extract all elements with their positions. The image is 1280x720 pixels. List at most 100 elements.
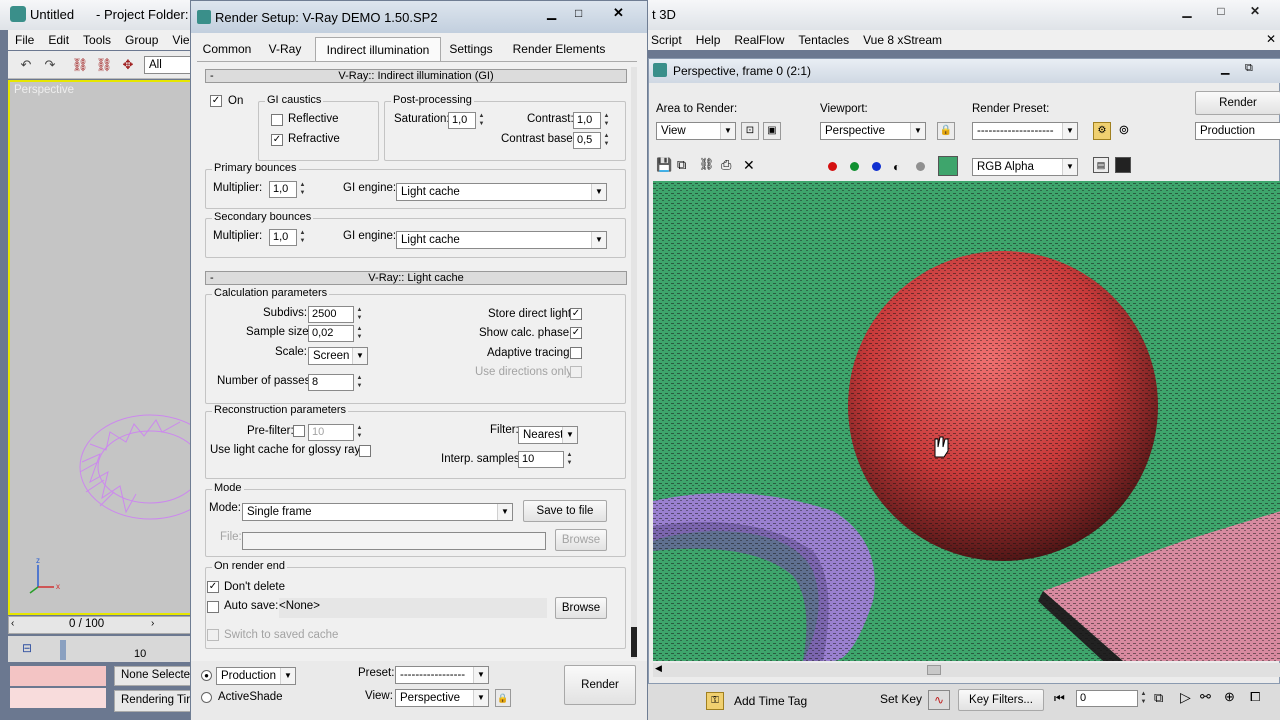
scale-dropdown[interactable]: Screen ▼ (308, 347, 368, 365)
tab-vray[interactable]: V-Ray (257, 37, 313, 61)
subdivs-spinner[interactable]: 2500 ▲ ▼ (308, 306, 362, 323)
clear-icon[interactable]: ✕ (743, 157, 755, 174)
frame-restore-icon[interactable]: ⧉ (1245, 62, 1253, 75)
preset-dropdown[interactable]: ----------------- ▼ (395, 666, 489, 684)
mode-dropdown[interactable]: Single frame ▼ (242, 503, 513, 521)
frame-production-dropdown[interactable]: Production (1195, 122, 1280, 140)
selection-filter-dropdown[interactable]: All (144, 56, 194, 74)
glossy-rays-checkbox[interactable] (359, 445, 371, 457)
frame-horizontal-scrollbar[interactable]: ◀ (653, 663, 1280, 677)
tab-indirect-illumination[interactable]: Indirect illumination (315, 37, 441, 61)
tab-common[interactable]: Common (199, 37, 255, 61)
play-icon[interactable]: ▷ (1180, 689, 1191, 706)
adaptive-tracing-checkbox[interactable] (570, 347, 582, 359)
menu-vue-xstream[interactable]: Vue 8 xStream (856, 33, 949, 47)
menu-group[interactable]: Group (118, 33, 165, 47)
auto-region-icon[interactable]: ▣ (763, 122, 781, 140)
file-browse-button[interactable]: Browse (555, 529, 607, 551)
viewport-lock-icon[interactable]: 🔒 (937, 122, 955, 140)
render-setup-maximize-icon[interactable]: □ (575, 6, 582, 20)
secondary-multiplier-spinner[interactable]: 1,0 ▲ ▼ (269, 229, 305, 246)
render-setup-scrollbar[interactable] (631, 67, 637, 659)
redo-icon[interactable]: ↷ (40, 55, 60, 75)
time-tag-icon[interactable]: ⚿ (706, 692, 724, 710)
goto-start-icon[interactable]: ⏮ (1054, 691, 1065, 706)
area-to-render-dropdown[interactable]: View ▼ (656, 122, 736, 140)
print-icon[interactable]: ⎙ (721, 157, 731, 173)
secondary-gi-engine-dropdown[interactable]: Light cache ▼ (396, 231, 607, 249)
current-frame-spinner[interactable]: 0 ▲ ▼ (1076, 690, 1146, 707)
toggle-ui-icon[interactable]: ▤ (1093, 157, 1109, 173)
render-settings-icon[interactable]: ⊚ (1115, 122, 1133, 140)
contrast-base-spinner[interactable]: 0,5 ▲ ▼ (573, 132, 609, 149)
menu-script[interactable]: Script (644, 33, 689, 47)
track-marker[interactable] (60, 640, 66, 660)
mono-channel-icon[interactable] (916, 162, 925, 171)
reflective-checkbox[interactable] (271, 114, 283, 126)
frame-minimize-icon[interactable]: ▁ (1221, 62, 1229, 75)
background-color-swatch[interactable] (938, 156, 958, 176)
set-key-button[interactable]: Set Key (880, 692, 922, 706)
activeshade-radio[interactable] (201, 692, 212, 703)
display-mode-icon[interactable] (1115, 157, 1131, 173)
sample-size-spinner[interactable]: 0,02 ▲ ▼ (308, 325, 362, 342)
time-next-icon[interactable]: › (151, 618, 154, 629)
orbit-icon[interactable]: ⊕ (1224, 689, 1235, 705)
left-viewport[interactable]: Perspective z x (8, 80, 195, 615)
tab-render-elements[interactable]: Render Elements (503, 37, 615, 61)
render-button[interactable]: Render (564, 665, 636, 705)
scroll-left-icon[interactable]: ◀ (655, 663, 662, 674)
switch-cache-checkbox[interactable] (207, 629, 219, 641)
render-preset-dropdown[interactable]: -------------------- ▼ (972, 122, 1078, 140)
track-bar[interactable]: ⊟ 10 (8, 636, 193, 662)
max-maximize-icon[interactable]: □ (1204, 2, 1238, 20)
zoom-extents-icon[interactable]: ⚯ (1200, 689, 1211, 705)
menu-tools[interactable]: Tools (76, 33, 118, 47)
render-setup-minimize-icon[interactable]: ▁ (547, 6, 556, 20)
unlink-icon[interactable]: ⛓ (94, 55, 114, 75)
saturation-spinner[interactable]: 1,0 ▲ ▼ (448, 112, 484, 129)
save-image-icon[interactable]: 💾 (656, 157, 672, 173)
menu-realflow[interactable]: RealFlow (727, 33, 791, 47)
primary-multiplier-spinner[interactable]: 1,0 ▲ ▼ (269, 181, 305, 198)
view-lock-icon[interactable]: 🔒 (495, 689, 511, 707)
blue-channel-icon[interactable] (872, 162, 881, 171)
render-setup-scroll-thumb[interactable] (631, 627, 637, 657)
green-channel-icon[interactable] (850, 162, 859, 171)
bind-space-warp-icon[interactable]: ✥ (118, 55, 138, 75)
environment-icon[interactable]: ⚙ (1093, 122, 1111, 140)
frame-render-button[interactable]: Render (1195, 91, 1280, 115)
production-radio[interactable]: ● (201, 670, 212, 681)
interp-samples-spinner[interactable]: 10 ▲ ▼ (518, 451, 572, 468)
maximize-viewport-icon[interactable]: ⧠ (1250, 689, 1260, 705)
link-icon[interactable]: ⛓ (699, 157, 714, 171)
channel-dropdown[interactable]: RGB Alpha ▼ (972, 158, 1078, 176)
dont-delete-checkbox[interactable]: ✓ (207, 581, 219, 593)
rendered-image[interactable] (653, 181, 1280, 661)
max-minimize-icon[interactable]: ▁ (1170, 2, 1204, 20)
time-slider[interactable]: ‹ 0 / 100 › (8, 616, 193, 634)
auto-save-checkbox[interactable] (207, 601, 219, 613)
time-config-icon[interactable]: ⧉ (1154, 690, 1163, 706)
select-link-icon[interactable]: ⛓ (70, 55, 90, 75)
track-bar-key-icon[interactable]: ⊟ (22, 641, 32, 655)
key-filters-button[interactable]: Key Filters... (958, 689, 1044, 711)
edit-region-icon[interactable]: ⊡ (741, 122, 759, 140)
gi-on-checkbox[interactable]: ✓ (210, 95, 222, 107)
menu-file[interactable]: File (8, 33, 41, 47)
use-directions-checkbox[interactable] (570, 366, 582, 378)
filter-dropdown[interactable]: Nearest ▼ (518, 426, 578, 444)
light-cache-rollout-header[interactable]: - V-Ray:: Light cache (205, 271, 627, 285)
menu-help[interactable]: Help (689, 33, 728, 47)
show-calc-checkbox[interactable]: ✓ (570, 327, 582, 339)
undo-icon[interactable]: ↶ (16, 55, 36, 75)
max-close-icon[interactable]: ✕ (1238, 2, 1272, 20)
auto-save-browse-button[interactable]: Browse (555, 597, 607, 619)
menu-tentacles[interactable]: Tentacles (791, 33, 856, 47)
prefilter-checkbox[interactable] (293, 425, 305, 437)
key-curve-icon[interactable]: ∿ (928, 690, 950, 710)
passes-spinner[interactable]: 8 ▲ ▼ (308, 374, 362, 391)
viewport-label[interactable]: Perspective (14, 84, 74, 96)
clone-window-icon[interactable]: ⧉ (677, 157, 686, 173)
menu-edit[interactable]: Edit (41, 33, 76, 47)
